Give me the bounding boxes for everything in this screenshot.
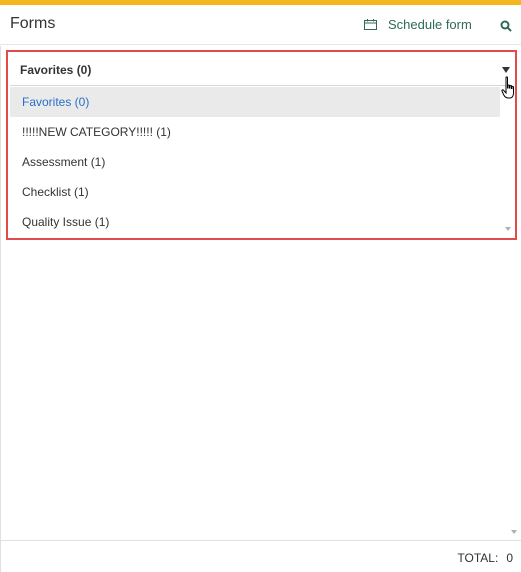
- category-dropdown: Favorites (0) Favorites (0) !!!!!NEW CAT…: [6, 50, 517, 240]
- caret-down-icon[interactable]: [502, 67, 510, 73]
- total-count: TOTAL: 0: [457, 551, 513, 565]
- hand-pointer-cursor-icon: [501, 76, 514, 99]
- page-title: Forms: [10, 15, 56, 32]
- header: Forms Schedule form: [0, 5, 521, 45]
- footer: TOTAL: 0: [0, 540, 521, 572]
- calendar-icon: [364, 19, 377, 30]
- schedule-form-button[interactable]: Schedule form: [364, 17, 472, 32]
- category-option[interactable]: !!!!!NEW CATEGORY!!!!! (1): [10, 117, 500, 147]
- total-label: TOTAL:: [457, 551, 499, 565]
- category-option[interactable]: Quality Issue (1): [10, 207, 500, 237]
- scroll-down-arrow-icon[interactable]: [511, 530, 517, 534]
- total-value: 0: [506, 551, 513, 565]
- options-scroll-down-icon[interactable]: [505, 227, 511, 231]
- category-option[interactable]: Checklist (1): [10, 177, 500, 207]
- category-select-value: Favorites (0): [20, 63, 92, 77]
- category-option[interactable]: Favorites (0): [10, 87, 500, 117]
- category-options-list: Favorites (0) !!!!!NEW CATEGORY!!!!! (1)…: [10, 87, 500, 237]
- category-option[interactable]: Assessment (1): [10, 147, 500, 177]
- search-icon[interactable]: [500, 20, 512, 32]
- options-scrollbar[interactable]: [504, 87, 513, 238]
- category-select[interactable]: Favorites (0): [10, 54, 513, 86]
- schedule-form-label: Schedule form: [388, 17, 472, 32]
